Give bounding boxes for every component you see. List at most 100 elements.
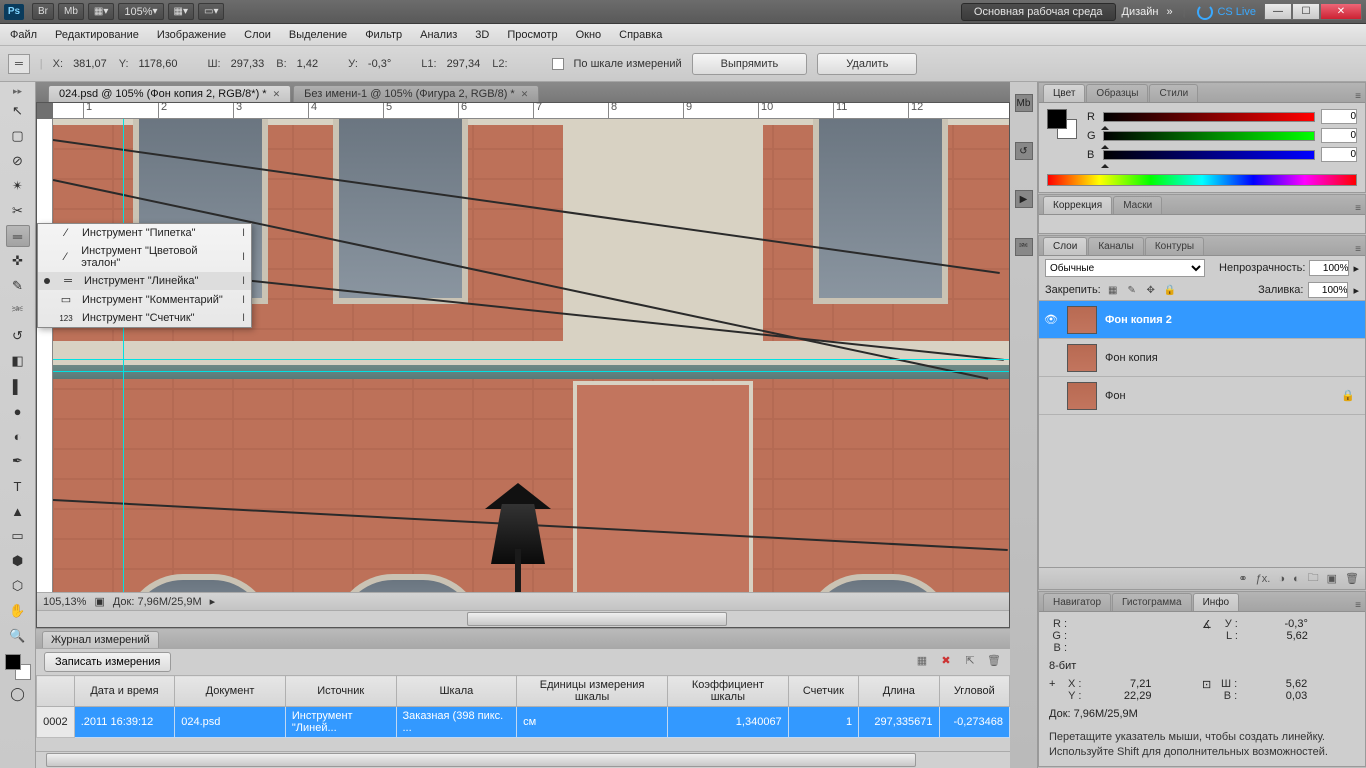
record-measurement-button[interactable]: Записать измерения: [44, 652, 171, 672]
color-swatch-pair[interactable]: [1047, 109, 1077, 139]
visibility-icon[interactable]: 👁: [1043, 313, 1059, 326]
close-icon[interactable]: ✕: [521, 89, 529, 100]
menu-view[interactable]: Просмотр: [507, 29, 557, 41]
trash-icon[interactable]: 🗑: [986, 654, 1002, 670]
b-input[interactable]: [1321, 147, 1357, 162]
layer-row[interactable]: Фон копия: [1039, 339, 1365, 377]
layer-mask-icon[interactable]: ◑: [1278, 573, 1285, 585]
view-extras-button[interactable]: ▦▾: [88, 3, 114, 20]
blur-tool[interactable]: ●: [6, 400, 30, 422]
flyout-count[interactable]: 123Инструмент "Счетчик"I: [38, 309, 251, 327]
vertical-guide[interactable]: [123, 119, 124, 592]
g-input[interactable]: [1321, 128, 1357, 143]
stamp-tool[interactable]: ⎃: [6, 300, 30, 322]
document-tab-active[interactable]: 024.psd @ 105% (Фон копия 2, RGB/8*) *✕: [48, 85, 291, 102]
arrange-documents-button[interactable]: ▦▾: [168, 3, 194, 20]
screen-mode-button[interactable]: ▭▾: [198, 3, 224, 20]
lock-all-icon[interactable]: 🔒: [1163, 283, 1177, 297]
layer-thumbnail[interactable]: [1067, 344, 1097, 372]
mlog-scrollbar[interactable]: [36, 751, 1010, 768]
tab-masks[interactable]: Маски: [1113, 196, 1162, 214]
dock-actions-icon[interactable]: ▶: [1015, 190, 1033, 208]
preview-icon[interactable]: ▣: [94, 595, 104, 608]
delete-layer-icon[interactable]: 🗑: [1345, 572, 1359, 585]
lock-transparent-icon[interactable]: ▦: [1106, 283, 1120, 297]
vertical-ruler[interactable]: [37, 119, 53, 592]
bridge-button[interactable]: Br: [32, 3, 54, 20]
layer-name[interactable]: Фон копия 2: [1105, 314, 1172, 326]
table-row[interactable]: 0002 .2011 16:39:12 024.psd Инструмент "…: [37, 707, 1010, 738]
foreground-background-swatch[interactable]: [5, 654, 31, 680]
horizontal-guide[interactable]: [53, 371, 1009, 372]
workspace-more-button[interactable]: »: [1166, 6, 1172, 18]
tab-layers[interactable]: Слои: [1043, 237, 1087, 255]
document-tab-inactive[interactable]: Без имени-1 @ 105% (Фигура 2, RGB/8) *✕: [293, 85, 539, 102]
measurement-log-tab[interactable]: Журнал измерений: [42, 631, 159, 648]
flyout-eyedropper[interactable]: ⁄Инструмент "Пипетка"I: [38, 224, 251, 242]
zoom-level-dropdown[interactable]: 105% ▾: [118, 3, 163, 20]
close-button[interactable]: ✕: [1320, 3, 1362, 20]
opacity-input[interactable]: [1309, 260, 1349, 276]
path-select-tool[interactable]: ▲: [6, 500, 30, 522]
tab-swatches[interactable]: Образцы: [1086, 84, 1148, 102]
canvas-zoom-field[interactable]: 105,13%: [43, 596, 86, 608]
workspace-primary-button[interactable]: Основная рабочая среда: [961, 3, 1116, 21]
layer-row[interactable]: Фон 🔒: [1039, 377, 1365, 415]
history-brush-tool[interactable]: ↺: [6, 325, 30, 347]
lasso-tool[interactable]: ⊘: [6, 150, 30, 172]
minibridge-button[interactable]: Mb: [58, 3, 84, 20]
tab-histogram[interactable]: Гистограмма: [1112, 593, 1192, 611]
layer-group-icon[interactable]: 🗀: [1308, 569, 1319, 588]
menu-file[interactable]: Файл: [10, 29, 37, 41]
b-slider[interactable]: [1103, 150, 1315, 160]
use-measurement-scale-checkbox[interactable]: [552, 58, 564, 70]
tab-adjustments[interactable]: Коррекция: [1043, 196, 1112, 214]
dock-presets-icon[interactable]: ⎃: [1015, 238, 1033, 256]
g-slider[interactable]: [1103, 131, 1315, 141]
menu-layer[interactable]: Слои: [244, 29, 271, 41]
hand-tool[interactable]: ✋: [6, 600, 30, 622]
zoom-tool[interactable]: 🔍: [6, 625, 30, 647]
new-layer-icon[interactable]: ▣: [1327, 572, 1337, 585]
3d-tool[interactable]: ⬢: [6, 550, 30, 572]
delete-button[interactable]: Удалить: [817, 53, 917, 75]
panel-menu-icon[interactable]: ≡: [1355, 244, 1361, 255]
layer-name[interactable]: Фон копия: [1105, 352, 1158, 364]
tab-paths[interactable]: Контуры: [1145, 237, 1204, 255]
layer-fx-icon[interactable]: ƒx.: [1256, 573, 1271, 585]
eyedropper-tool[interactable]: ═: [6, 225, 30, 247]
tab-info[interactable]: Инфо: [1193, 593, 1240, 611]
canvas[interactable]: [53, 119, 1009, 592]
gradient-tool[interactable]: ▌: [6, 375, 30, 397]
menu-window[interactable]: Окно: [576, 29, 602, 41]
horizontal-ruler[interactable]: 123456789101112: [53, 103, 1009, 119]
brush-tool[interactable]: ✎: [6, 275, 30, 297]
export-icon[interactable]: ⇱: [962, 654, 978, 670]
r-input[interactable]: [1321, 109, 1357, 124]
select-all-icon[interactable]: ▦: [914, 654, 930, 670]
type-tool[interactable]: T: [6, 475, 30, 497]
measurement-table[interactable]: Дата и время Документ Источник Шкала Еди…: [36, 675, 1010, 751]
dodge-tool[interactable]: ◐: [6, 425, 30, 447]
menu-help[interactable]: Справка: [619, 29, 662, 41]
adjustment-layer-icon[interactable]: ◐: [1293, 573, 1300, 585]
r-slider[interactable]: [1103, 112, 1315, 122]
dock-history-icon[interactable]: ↺: [1015, 142, 1033, 160]
blend-mode-select[interactable]: Обычные: [1045, 259, 1205, 277]
menu-edit[interactable]: Редактирование: [55, 29, 139, 41]
cs-live-button[interactable]: CS Live: [1197, 4, 1256, 20]
shape-tool[interactable]: ▭: [6, 525, 30, 547]
layer-row[interactable]: 👁 Фон копия 2: [1039, 301, 1365, 339]
quick-select-tool[interactable]: ✴: [6, 175, 30, 197]
workspace-secondary-button[interactable]: Дизайн: [1122, 6, 1159, 18]
lock-position-icon[interactable]: ✥: [1144, 283, 1158, 297]
dock-minibridge-icon[interactable]: Mb: [1015, 94, 1033, 112]
straighten-button[interactable]: Выпрямить: [692, 53, 808, 75]
minimize-button[interactable]: —: [1264, 3, 1292, 20]
maximize-button[interactable]: ☐: [1292, 3, 1320, 20]
link-layers-icon[interactable]: ⚭: [1238, 572, 1247, 585]
lock-pixels-icon[interactable]: ✎: [1125, 283, 1139, 297]
healing-tool[interactable]: ✜: [6, 250, 30, 272]
panel-menu-icon[interactable]: ≡: [1355, 91, 1361, 102]
menu-filter[interactable]: Фильтр: [365, 29, 402, 41]
